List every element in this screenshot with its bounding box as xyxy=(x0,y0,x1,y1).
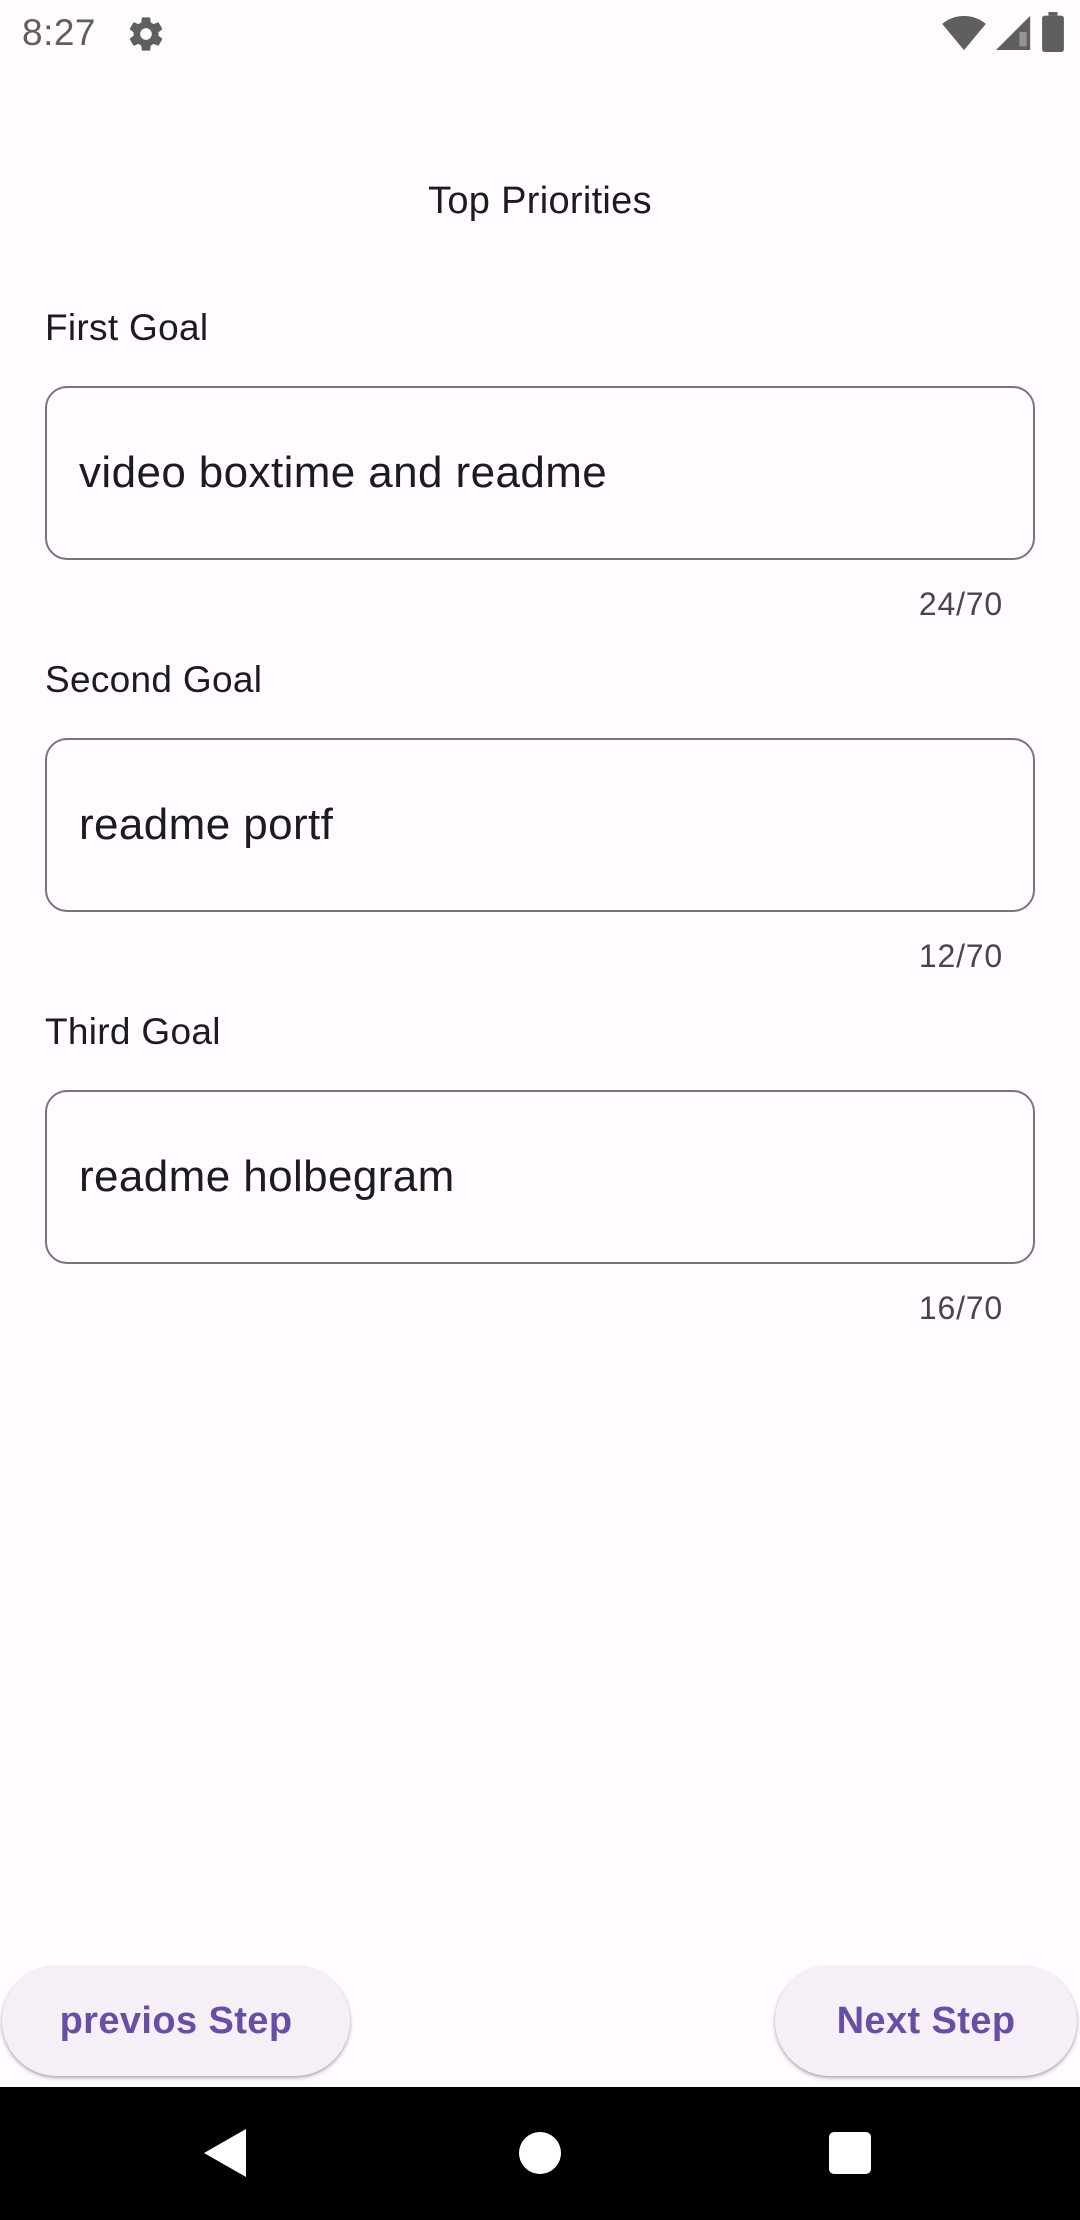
page-title: Top Priorities xyxy=(428,180,652,222)
previous-step-button[interactable]: previos Step xyxy=(2,1966,350,2076)
gear-icon xyxy=(129,17,163,51)
home-icon[interactable] xyxy=(519,2132,561,2174)
status-icons xyxy=(942,12,1064,52)
third-goal-label: Third Goal xyxy=(45,1011,221,1052)
signal-icon xyxy=(996,15,1031,51)
second-goal-counter: 12/70 xyxy=(918,938,1003,974)
status-bar: 8:27 xyxy=(0,0,1080,66)
second-goal-input[interactable] xyxy=(45,738,1035,912)
first-goal-input[interactable] xyxy=(45,386,1035,560)
back-icon[interactable] xyxy=(204,2129,246,2177)
status-time: 8:27 xyxy=(22,12,97,53)
recents-icon[interactable] xyxy=(829,2132,871,2174)
second-goal-label: Second Goal xyxy=(45,659,263,700)
navigation-bar xyxy=(0,2087,1080,2220)
next-step-button[interactable]: Next Step xyxy=(775,1966,1077,2076)
battery-icon xyxy=(1042,12,1064,52)
first-goal-label: First Goal xyxy=(45,307,209,348)
third-goal-input[interactable] xyxy=(45,1090,1035,1264)
wifi-icon xyxy=(942,16,986,51)
third-goal-counter: 16/70 xyxy=(918,1290,1003,1326)
first-goal-counter: 24/70 xyxy=(918,586,1003,622)
